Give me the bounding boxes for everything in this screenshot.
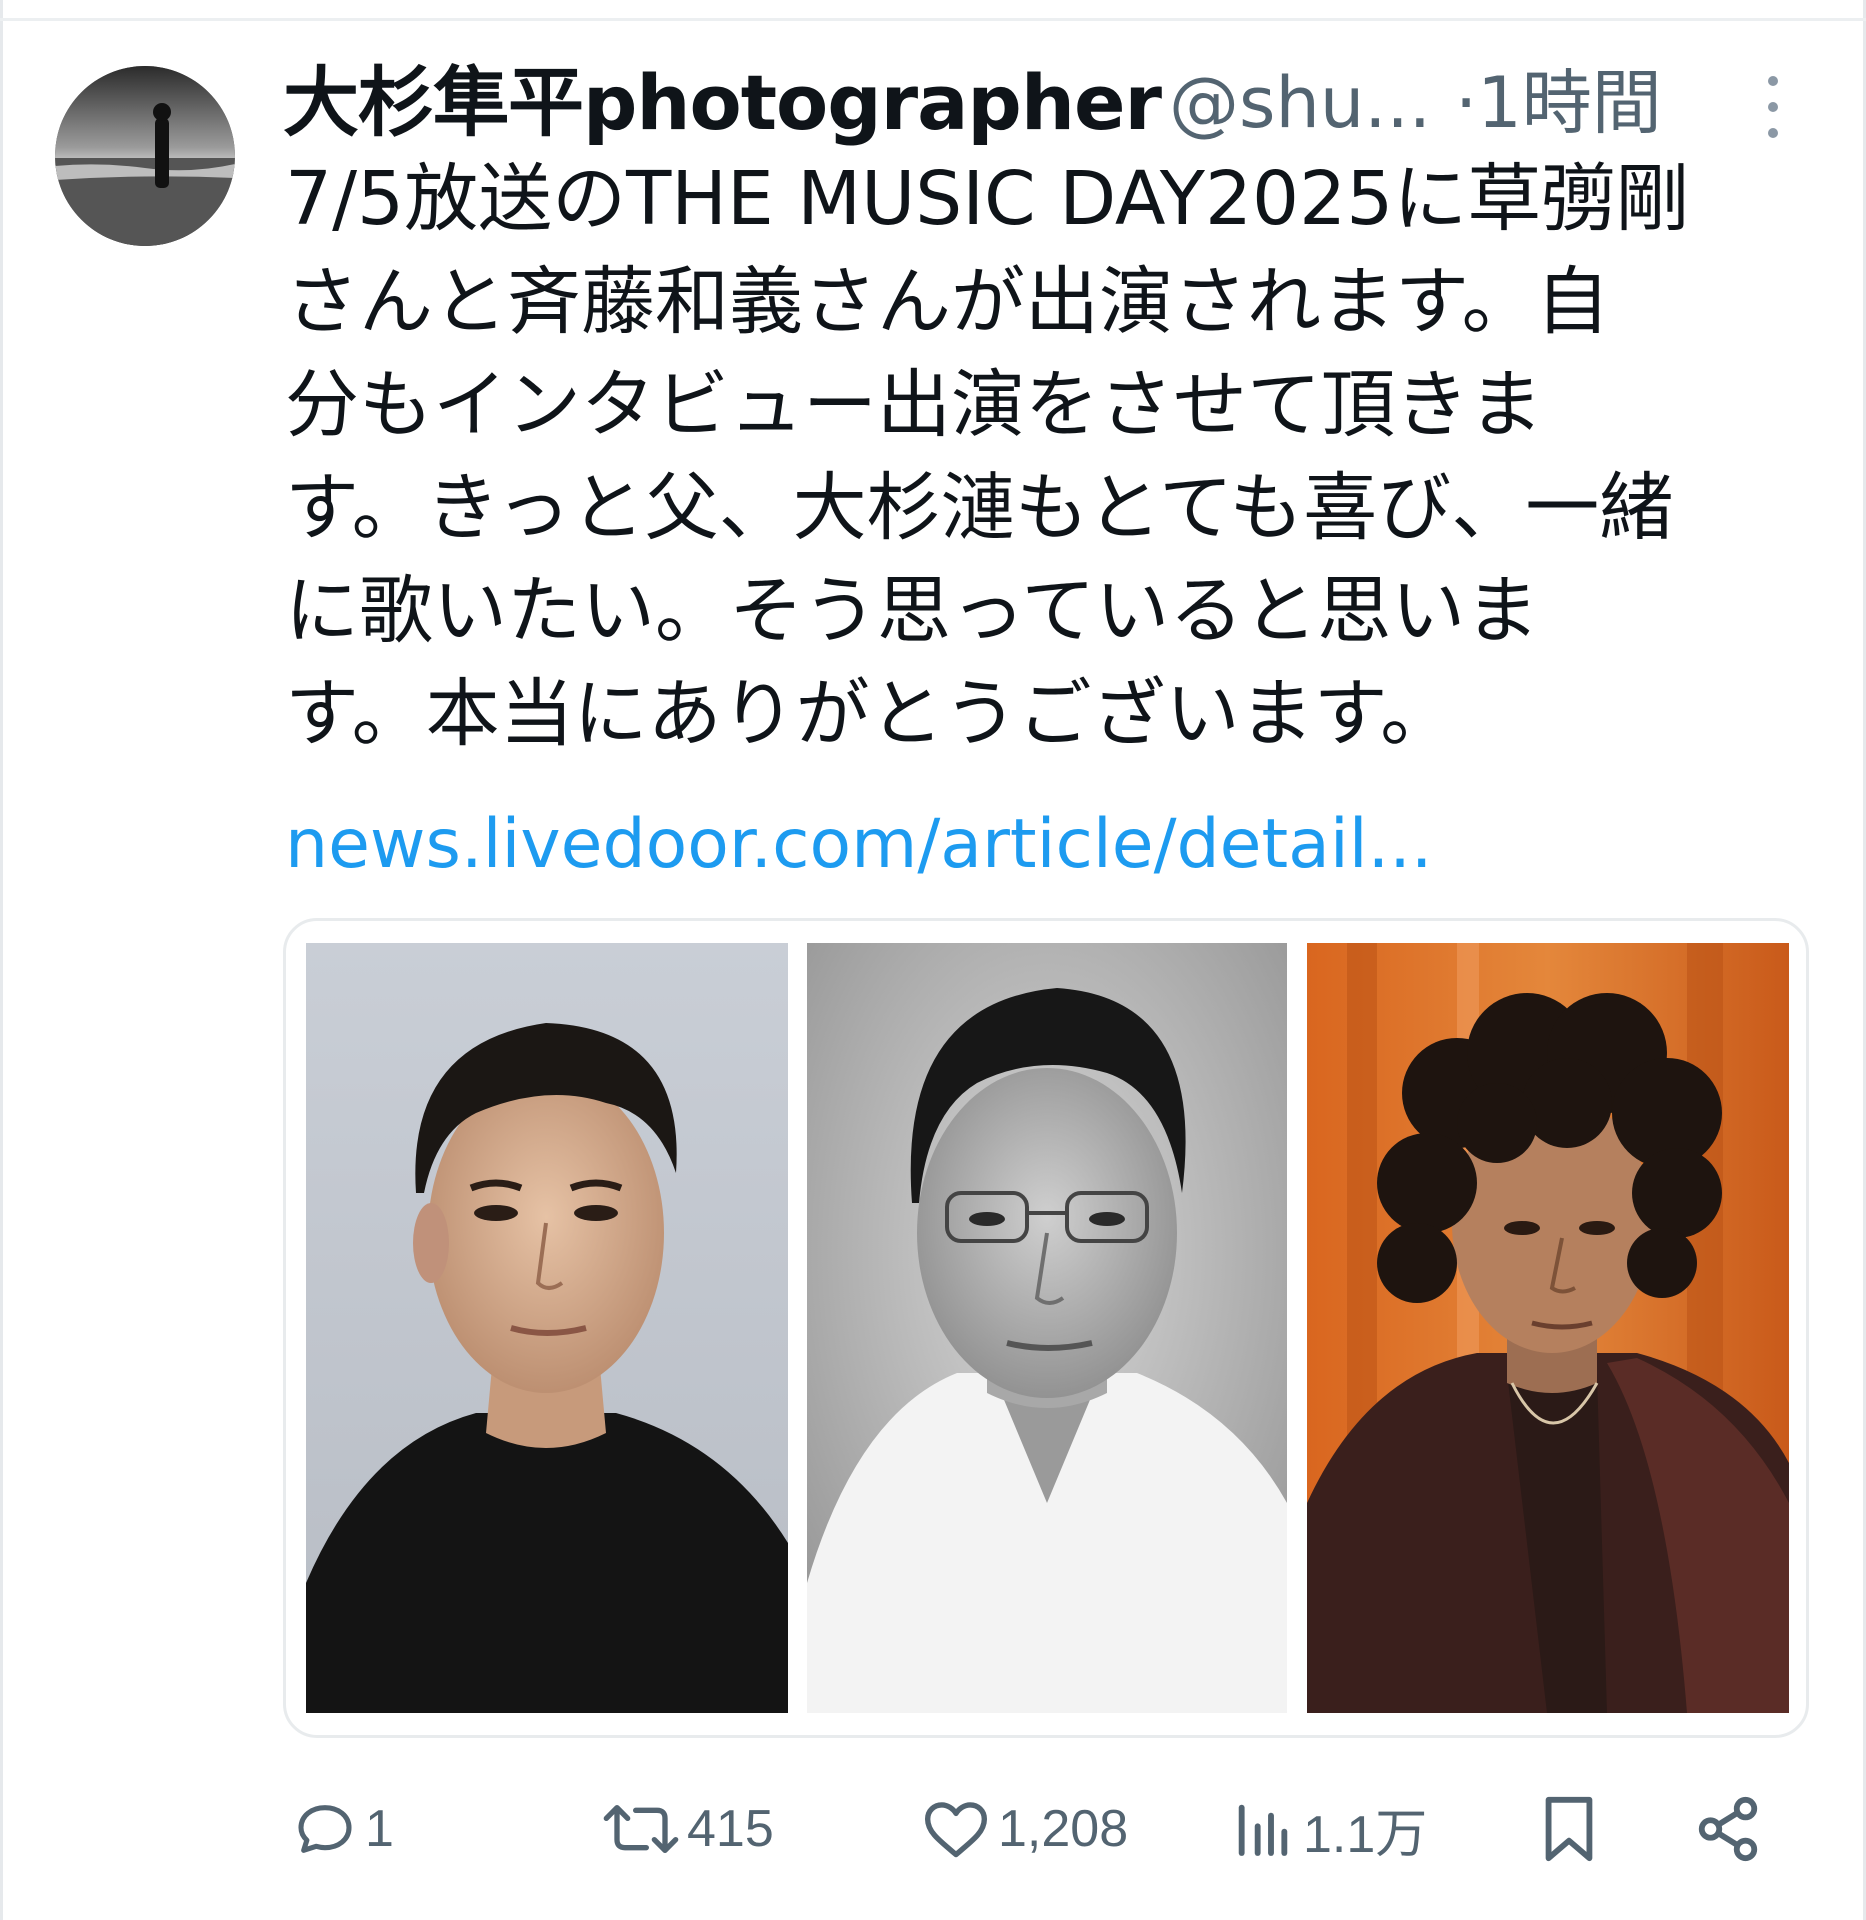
- views-chart-icon: [1238, 1804, 1288, 1856]
- time-label: 1時間: [1477, 62, 1662, 144]
- retweet-count: 415: [687, 1800, 774, 1858]
- share-button[interactable]: [1693, 1784, 1763, 1874]
- tweet-text-line: 7/5放送のTHE MUSIC DAY2025に草彅剛: [285, 156, 1690, 242]
- more-dot: [1768, 76, 1778, 86]
- heart-icon: [924, 1802, 988, 1858]
- tweet-text-line: す。きっと父、大杉漣もとても喜び、一緒: [285, 465, 1674, 551]
- divider: [0, 18, 1866, 21]
- more-dot: [1768, 102, 1778, 112]
- views-count: 1.1万: [1303, 1805, 1428, 1864]
- more-dot: [1768, 128, 1778, 138]
- like-count: 1,208: [998, 1800, 1129, 1858]
- media-photo[interactable]: [1307, 943, 1789, 1713]
- tweet-text: 7/5放送のTHE MUSIC DAY2025に草彅剛 さんと斉藤和義さんが出演…: [285, 148, 1825, 766]
- share-icon: [1698, 1796, 1758, 1862]
- retweet-icon: [603, 1805, 679, 1853]
- author-display-name[interactable]: 大杉隼平photographer: [283, 58, 1162, 148]
- bookmark-icon: [1545, 1796, 1593, 1862]
- tweet-text-line: す。本当にありがとうございます。: [285, 671, 1455, 757]
- reply-button[interactable]: 1: [293, 1784, 394, 1874]
- reply-count: 1: [365, 1800, 394, 1858]
- tweet-text-line: 分もインタビュー出演をさせて頂きま: [285, 362, 1543, 448]
- tweet-text-line: に歌いたい。そう思っていると思いま: [285, 568, 1540, 654]
- reply-icon: [298, 1805, 352, 1853]
- retweet-button[interactable]: 415: [603, 1784, 774, 1874]
- media-photo[interactable]: [807, 943, 1287, 1713]
- more-options-button[interactable]: [1752, 72, 1792, 142]
- author-handle[interactable]: @shu...: [1169, 58, 1431, 148]
- bookmark-button[interactable]: [1537, 1784, 1601, 1874]
- tweet-timestamp[interactable]: ·1時間: [1455, 58, 1662, 148]
- tweet-header: 大杉隼平photographer @shu... ·1時間: [283, 58, 1783, 148]
- tweet-text-line: さんと斉藤和義さんが出演されます。自: [285, 259, 1610, 345]
- author-avatar[interactable]: [55, 66, 235, 246]
- views-button[interactable]: 1.1万: [1231, 1784, 1427, 1874]
- article-link[interactable]: news.livedoor.com/article/detail...: [285, 800, 1432, 890]
- media-card[interactable]: [283, 918, 1809, 1738]
- tweet-action-bar: 1 415 1,208 1.1万: [285, 1784, 1805, 1874]
- separator-dot: ·: [1455, 62, 1478, 144]
- like-button[interactable]: 1,208: [922, 1784, 1128, 1874]
- media-photo[interactable]: [306, 943, 788, 1713]
